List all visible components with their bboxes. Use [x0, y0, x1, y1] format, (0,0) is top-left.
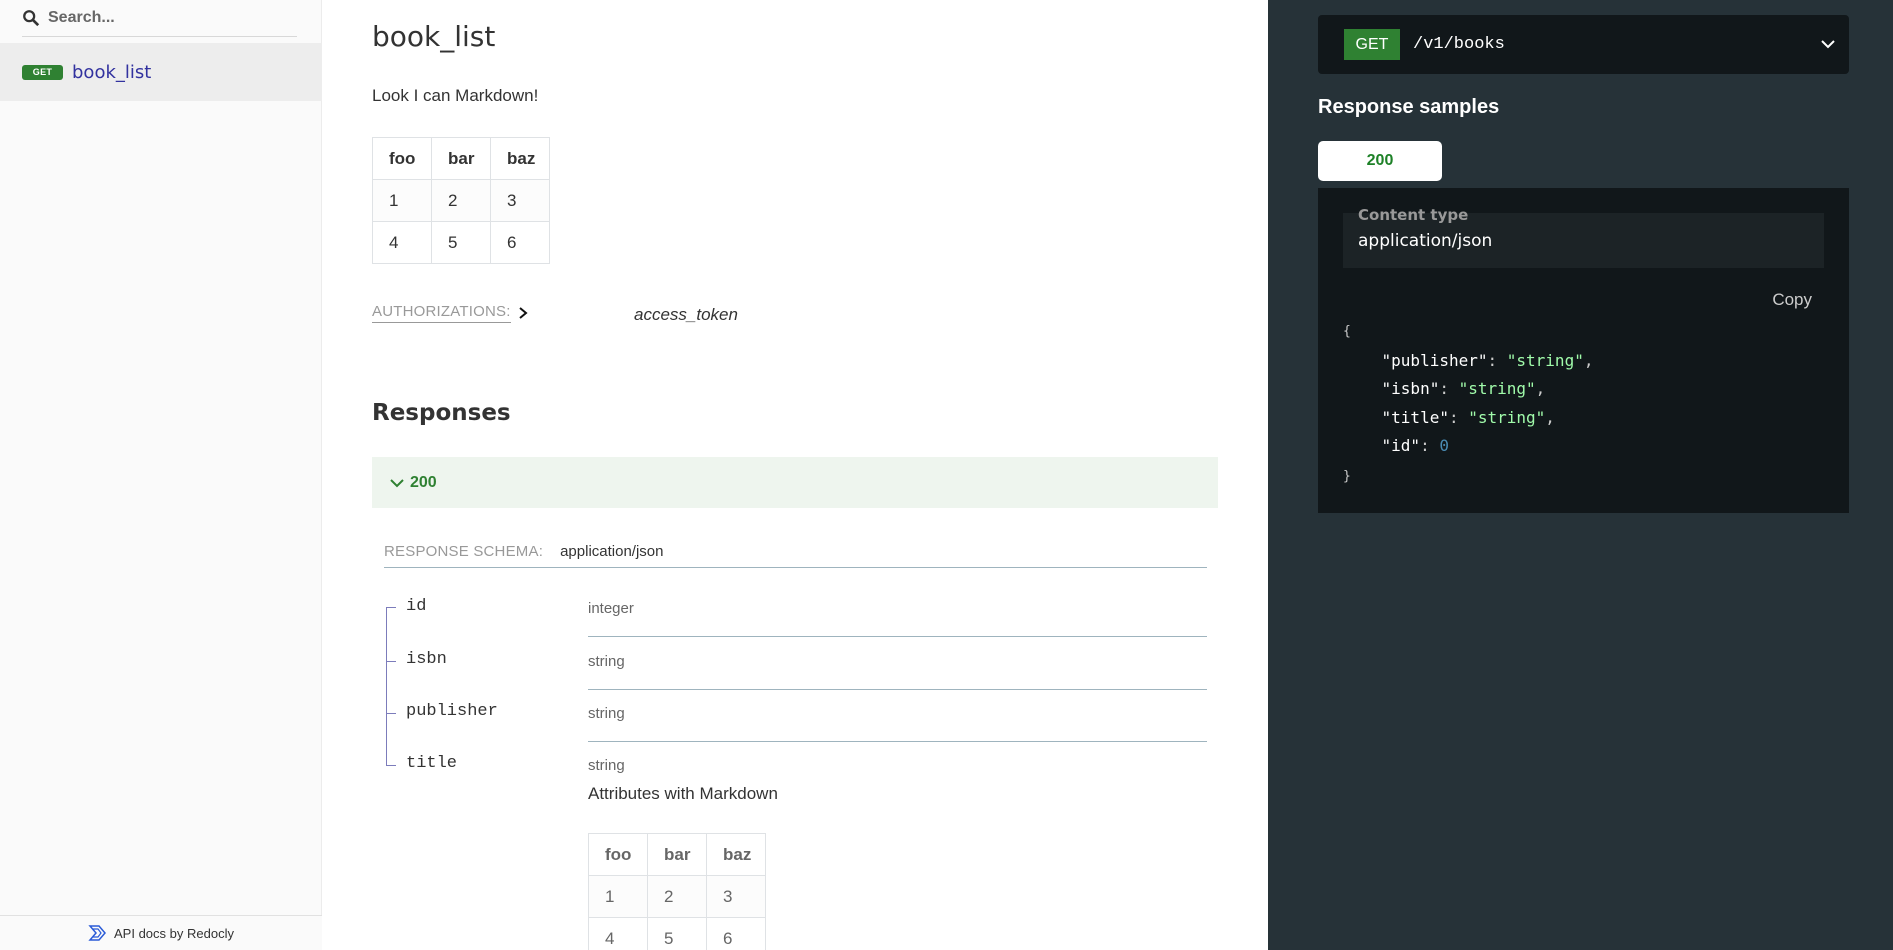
authorizations-label: AUTHORIZATIONS:: [372, 303, 511, 323]
json-line: "title": "string",: [1381, 407, 1555, 427]
response-code: 200: [410, 473, 437, 491]
sidebar-item-book-list[interactable]: GET book_list: [0, 43, 322, 101]
table-row: 1 2 3: [588, 875, 766, 918]
table-header: bar: [431, 137, 491, 180]
table-row: 1 2 3: [372, 179, 550, 222]
endpoint-toggle[interactable]: GET /v1/books: [1318, 15, 1849, 74]
sidebar: GET book_list API docs by Redocly: [0, 0, 322, 950]
property-name: title: [384, 742, 588, 950]
table-header: baz: [490, 137, 550, 180]
table-cell: 6: [490, 221, 550, 264]
response-samples-heading: Response samples: [1318, 96, 1500, 118]
response-schema-type: application/json: [560, 543, 664, 560]
content-type-value: application/json: [1358, 231, 1493, 251]
json-line: "publisher": "string",: [1381, 350, 1594, 370]
json-sample: { "publisher": "string", "isbn": "string…: [1343, 316, 1593, 491]
table-cell: 2: [647, 875, 707, 918]
property-type: string: [588, 702, 1207, 742]
responses-heading: Responses: [372, 400, 511, 426]
chevron-down-icon: [390, 478, 404, 487]
operation-content: book_list Look I can Markdown! foo bar b…: [322, 0, 1268, 950]
table-cell: 5: [431, 221, 491, 264]
json-line: "id": 0: [1381, 436, 1449, 455]
table-cell: 4: [588, 917, 648, 950]
markdown-table: foo bar baz 1 2 3 4 5 6: [372, 137, 550, 264]
powered-by-link[interactable]: API docs by Redocly: [0, 915, 322, 950]
endpoint-path: /v1/books: [1413, 35, 1505, 54]
table-cell: 2: [431, 179, 491, 222]
property-name: isbn: [384, 637, 588, 690]
table-header: baz: [706, 833, 766, 876]
table-cell: 5: [647, 917, 707, 950]
schema-property-id: id integer: [384, 597, 1207, 637]
table-row: 4 5 6: [588, 917, 766, 950]
json-close-brace: }: [1343, 468, 1351, 484]
search-box: [22, 0, 297, 37]
content-type-label: Content type: [1358, 206, 1469, 224]
markdown-table: foo bar baz 1 2 3 4 5 6: [588, 833, 766, 950]
table-cell: 1: [588, 875, 648, 918]
redocly-logo-icon: [88, 925, 107, 941]
schema-property-publisher: publisher string: [384, 690, 1207, 742]
property-description: Attributes with Markdown: [588, 784, 778, 803]
search-icon: [23, 10, 40, 27]
response-sample-body: Content type application/json Copy { "pu…: [1318, 188, 1849, 513]
property-type: string Attributes with Markdown foo bar …: [588, 754, 1207, 950]
sidebar-item-label: book_list: [72, 61, 152, 83]
property-type: integer: [588, 597, 1207, 637]
table-header: foo: [372, 137, 432, 180]
operation-description: Look I can Markdown!: [372, 86, 539, 105]
method-badge-get: GET: [1344, 29, 1400, 60]
chevron-down-icon: [1821, 40, 1835, 49]
response-schema-header: RESPONSE SCHEMA: application/json: [384, 543, 1207, 568]
table-header: bar: [647, 833, 707, 876]
json-open-brace: {: [1343, 324, 1351, 339]
response-schema-label: RESPONSE SCHEMA:: [384, 543, 544, 560]
table-cell: 4: [372, 221, 432, 264]
copy-button[interactable]: Copy: [1772, 290, 1812, 310]
table-row: 4 5 6: [372, 221, 550, 264]
method-badge-get: GET: [22, 64, 63, 80]
schema-property-title: title string Attributes with Markdown fo…: [384, 742, 1207, 950]
powered-by-text: API docs by Redocly: [114, 925, 234, 941]
search-input[interactable]: [48, 9, 278, 27]
table-cell: 3: [490, 179, 550, 222]
table-cell: 3: [706, 875, 766, 918]
page-title: book_list: [372, 20, 496, 53]
table-cell: 6: [706, 917, 766, 950]
table-cell: 1: [372, 179, 432, 222]
property-type: string: [588, 650, 1207, 690]
content-type-select[interactable]: Content type application/json: [1343, 206, 1824, 268]
response-200-toggle[interactable]: 200: [372, 457, 1218, 508]
samples-panel: GET /v1/books Response samples 200 Conte…: [1268, 0, 1893, 950]
json-line: "isbn": "string",: [1381, 379, 1546, 398]
auth-scheme-name: access_token: [634, 305, 738, 324]
property-name: publisher: [384, 690, 588, 742]
schema-property-isbn: isbn string: [384, 637, 1207, 690]
authorizations-toggle[interactable]: AUTHORIZATIONS: access_token: [372, 303, 738, 324]
chevron-right-icon: [518, 307, 528, 319]
table-header: foo: [588, 833, 648, 876]
tab-response-200[interactable]: 200: [1318, 141, 1442, 181]
property-name: id: [384, 597, 588, 637]
